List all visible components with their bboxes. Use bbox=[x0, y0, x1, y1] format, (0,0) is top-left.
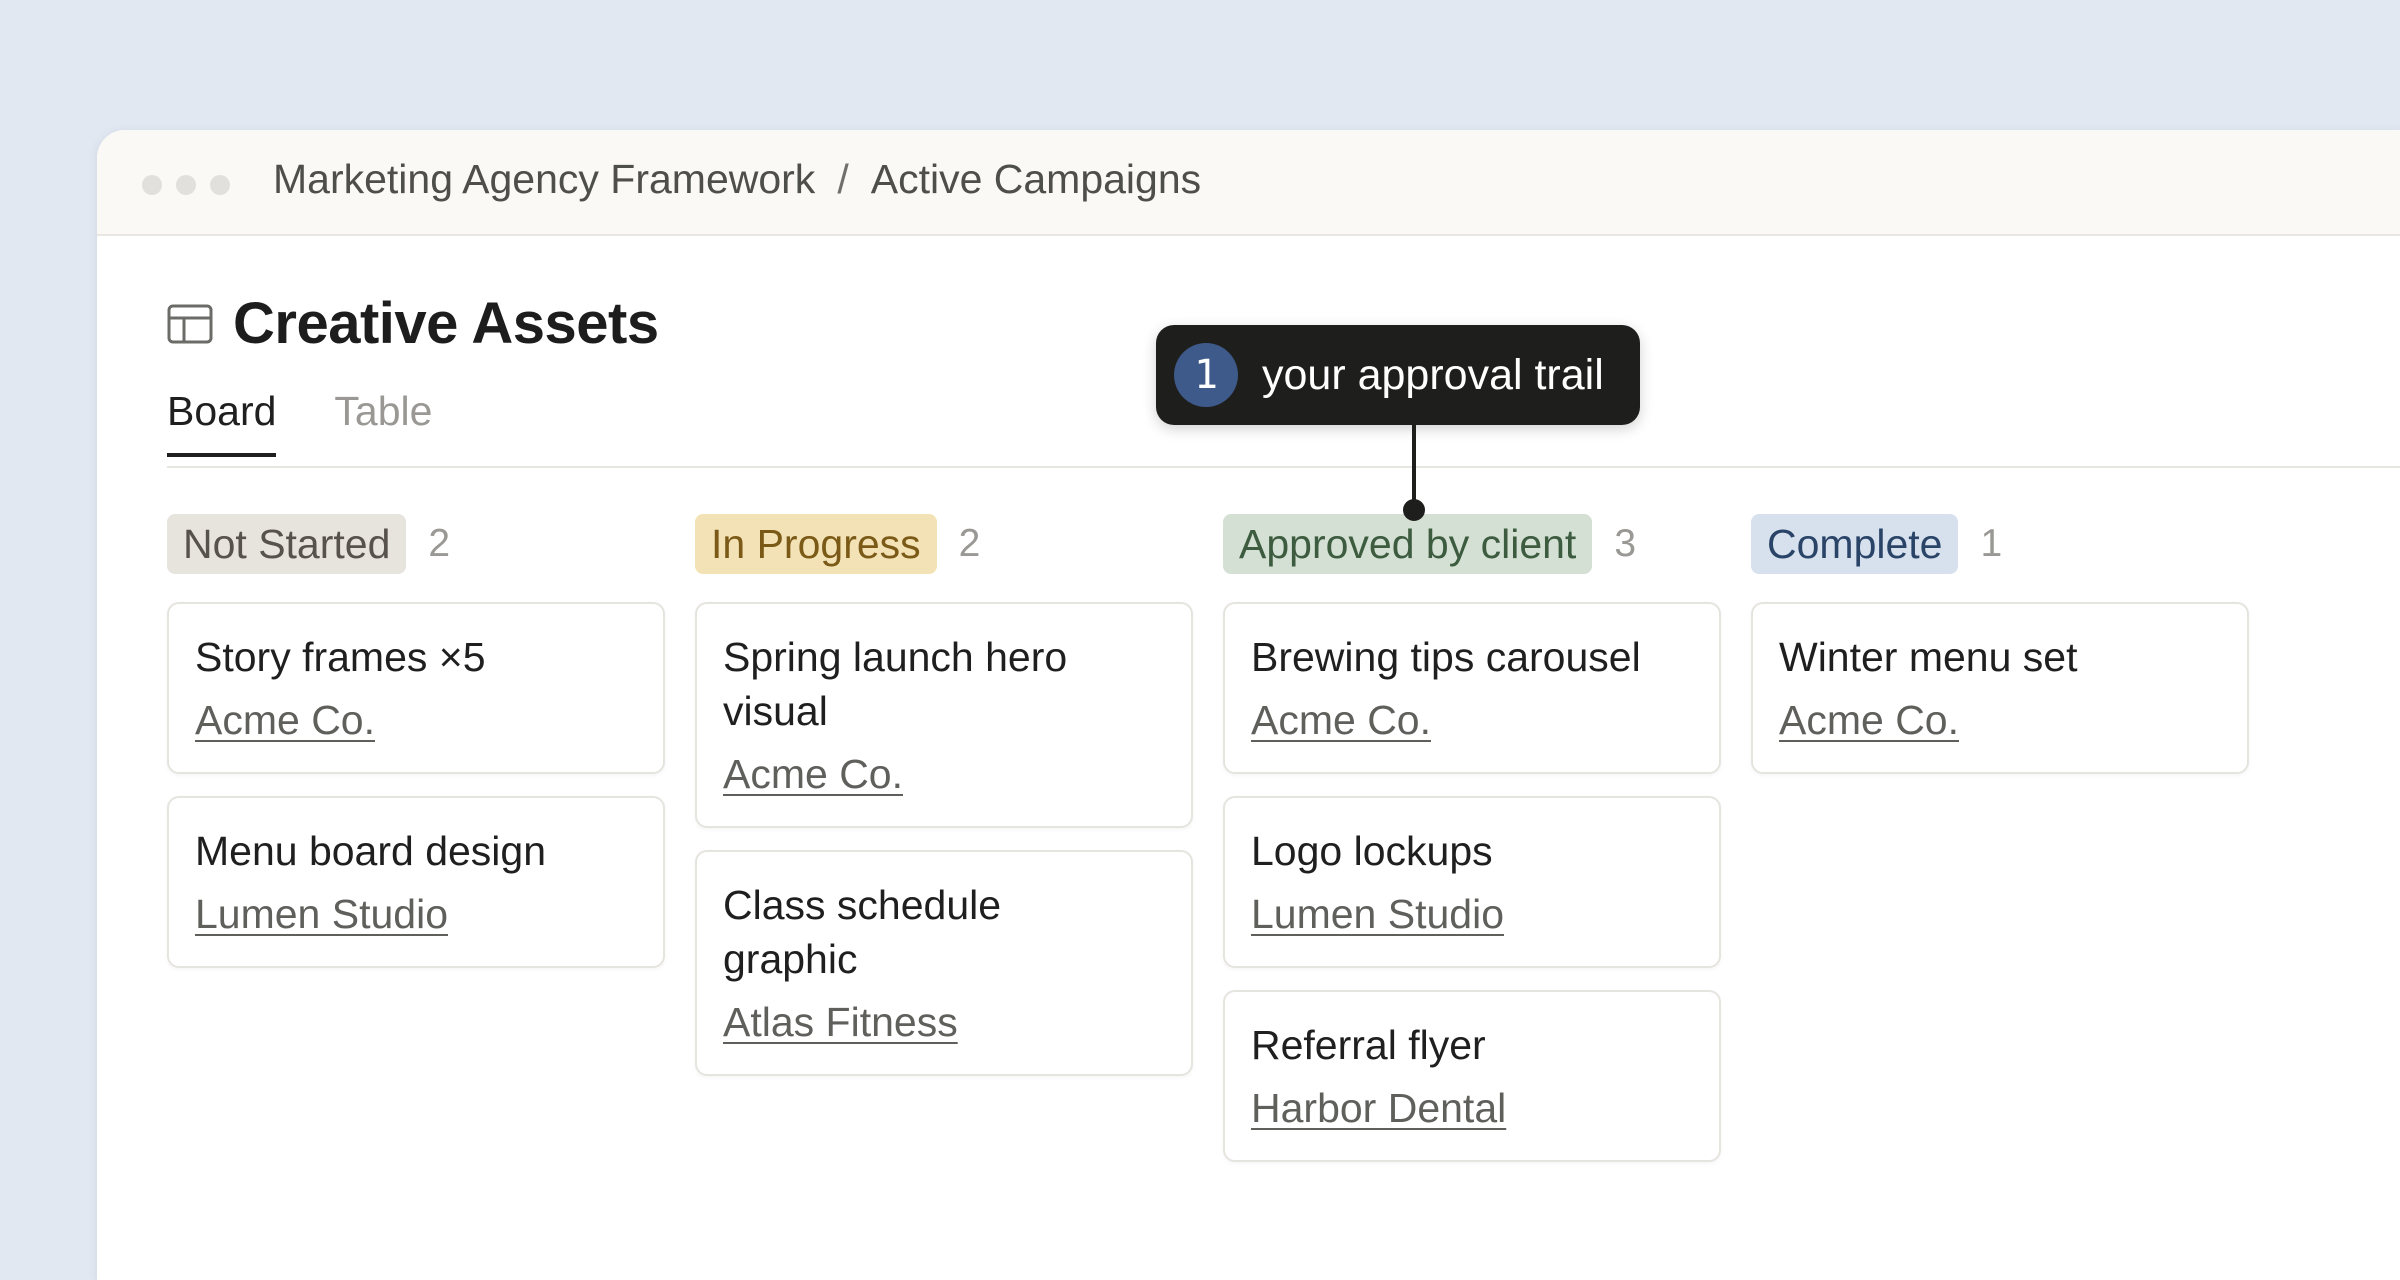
breadcrumb-workspace[interactable]: Marketing Agency Framework bbox=[273, 156, 815, 203]
kanban-board: Not Started 2 Story frames ×5 Acme Co. M… bbox=[167, 514, 2249, 1184]
breadcrumb-page[interactable]: Active Campaigns bbox=[871, 156, 1201, 203]
column-header: In Progress 2 bbox=[695, 514, 1193, 574]
card-client-link[interactable]: Acme Co. bbox=[723, 748, 903, 800]
table-icon bbox=[167, 304, 213, 343]
card[interactable]: Referral flyer Harbor Dental bbox=[1223, 990, 1721, 1162]
status-pill-approved-by-client[interactable]: Approved by client bbox=[1223, 514, 1593, 574]
card-title: Logo lockups bbox=[1251, 828, 1493, 874]
card-client-link[interactable]: Lumen Studio bbox=[1251, 888, 1504, 940]
column-header: Complete 1 bbox=[1751, 514, 2249, 574]
tab-table[interactable]: Table bbox=[334, 388, 432, 457]
column-count: 2 bbox=[958, 522, 981, 565]
column-in-progress: In Progress 2 Spring launch hero visual … bbox=[695, 514, 1193, 1184]
column-count: 1 bbox=[1980, 522, 2003, 565]
card-title: Menu board design bbox=[195, 828, 547, 874]
card-title: Brewing tips carousel bbox=[1251, 634, 1641, 680]
card-title: Story frames ×5 bbox=[195, 634, 486, 680]
column-complete: Complete 1 Winter menu set Acme Co. bbox=[1751, 514, 2249, 1184]
card[interactable]: Class schedule graphic Atlas Fitness bbox=[695, 850, 1193, 1076]
column-header: Approved by client 3 bbox=[1223, 514, 1721, 574]
column-count: 3 bbox=[1614, 522, 1637, 565]
card-client-link[interactable]: Acme Co. bbox=[1251, 694, 1431, 746]
callout-text: your approval trail bbox=[1262, 350, 1604, 399]
card[interactable]: Story frames ×5 Acme Co. bbox=[167, 602, 665, 774]
card-client-link[interactable]: Acme Co. bbox=[1779, 694, 1959, 746]
tabs-divider bbox=[167, 466, 2400, 468]
callout-pointer-dot bbox=[1403, 499, 1425, 521]
column-count: 2 bbox=[428, 522, 451, 565]
card-client-link[interactable]: Acme Co. bbox=[195, 694, 375, 746]
breadcrumb: Marketing Agency Framework / Active Camp… bbox=[273, 156, 1201, 203]
page-header: Creative Assets bbox=[167, 290, 659, 357]
card[interactable]: Menu board design Lumen Studio bbox=[167, 796, 665, 968]
card-title: Winter menu set bbox=[1779, 634, 2078, 680]
page-title: Creative Assets bbox=[233, 291, 659, 356]
callout-number-badge: 1 bbox=[1174, 343, 1238, 407]
status-pill-not-started[interactable]: Not Started bbox=[167, 514, 407, 574]
callout-pointer-line bbox=[1412, 425, 1416, 509]
title-bar: Marketing Agency Framework / Active Camp… bbox=[97, 130, 2400, 236]
close-window-dot[interactable] bbox=[142, 175, 162, 195]
column-not-started: Not Started 2 Story frames ×5 Acme Co. M… bbox=[167, 514, 665, 1184]
minimize-window-dot[interactable] bbox=[176, 175, 196, 195]
window-controls bbox=[142, 175, 230, 195]
card[interactable]: Logo lockups Lumen Studio bbox=[1223, 796, 1721, 968]
tab-board[interactable]: Board bbox=[167, 388, 277, 457]
card-title: Spring launch hero visual bbox=[723, 634, 1068, 734]
card-title: Class schedule graphic bbox=[723, 882, 1002, 982]
maximize-window-dot[interactable] bbox=[210, 175, 230, 195]
card-client-link[interactable]: Harbor Dental bbox=[1251, 1082, 1506, 1134]
card-client-link[interactable]: Lumen Studio bbox=[195, 888, 448, 940]
card[interactable]: Winter menu set Acme Co. bbox=[1751, 602, 2249, 774]
column-approved-by-client: Approved by client 3 Brewing tips carous… bbox=[1223, 514, 1721, 1184]
app-window: Marketing Agency Framework / Active Camp… bbox=[97, 130, 2400, 1280]
card-title: Referral flyer bbox=[1251, 1022, 1486, 1068]
card[interactable]: Spring launch hero visual Acme Co. bbox=[695, 602, 1193, 828]
status-pill-complete[interactable]: Complete bbox=[1751, 514, 1959, 574]
annotation-callout: 1 your approval trail bbox=[1156, 325, 1640, 425]
view-tabs: Board Table bbox=[167, 388, 432, 457]
card-client-link[interactable]: Atlas Fitness bbox=[723, 996, 958, 1048]
card[interactable]: Brewing tips carousel Acme Co. bbox=[1223, 602, 1721, 774]
breadcrumb-separator: / bbox=[837, 156, 849, 202]
column-header: Not Started 2 bbox=[167, 514, 665, 574]
status-pill-in-progress[interactable]: In Progress bbox=[695, 514, 937, 574]
